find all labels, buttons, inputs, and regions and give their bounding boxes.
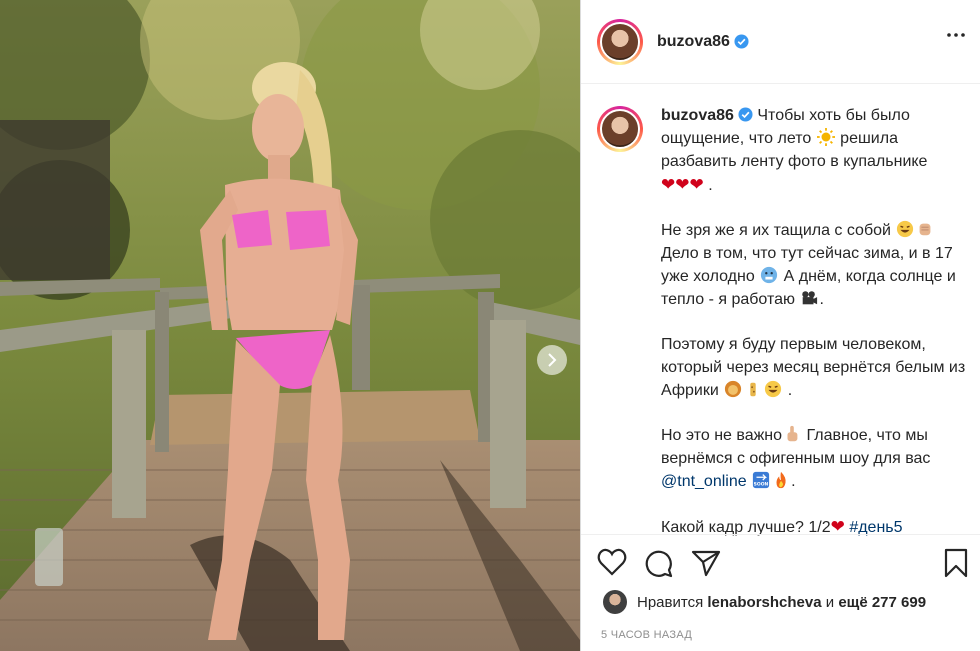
hearts-emoji: ❤❤❤ [661, 175, 704, 194]
soon-arrow-emoji-icon: SOON [752, 471, 770, 489]
cold-face-emoji-icon [761, 266, 778, 284]
verified-badge-icon [738, 107, 753, 122]
post-actions [597, 548, 969, 582]
caption-username[interactable]: buzova86 [661, 107, 734, 124]
laughing-emoji-icon [897, 220, 914, 238]
mention-link[interactable]: @tnt_online [661, 473, 747, 490]
likes-connector: и [825, 593, 835, 611]
giraffe-emoji-icon [750, 382, 756, 397]
pointing-up-emoji-icon [787, 425, 798, 442]
svg-text:SOON: SOON [754, 481, 769, 487]
caption-text: . [708, 177, 713, 194]
bookmark-icon[interactable] [943, 548, 969, 578]
heart-outline-icon[interactable] [597, 548, 627, 576]
post-caption: buzova86 Чтобы хоть бы было ощущение, чт… [597, 104, 967, 561]
caption-text: . [787, 382, 793, 399]
chevron-right-icon [548, 353, 557, 367]
actions-divider [581, 534, 980, 535]
liker-avatar[interactable] [603, 590, 627, 614]
caption-text: . [791, 473, 796, 490]
lion-emoji-icon [725, 380, 742, 398]
more-options-icon[interactable] [946, 32, 966, 38]
caption-paragraph-2: Не зря же я их тащила с собой Дело в том… [661, 219, 967, 311]
header-avatar[interactable] [597, 18, 643, 65]
caption-paragraph-5: Какой кадр лучше? 1/2❤ #день5 [661, 515, 967, 539]
fist-emoji-icon [920, 223, 931, 236]
laughing-emoji-icon [765, 380, 782, 398]
likes-count[interactable]: ещё 277 699 [838, 594, 926, 611]
liker-username[interactable]: lenaborshcheva [707, 594, 821, 611]
sun-emoji-icon [816, 128, 835, 146]
verified-badge-icon [734, 34, 749, 49]
likes-prefix: Нравится [637, 593, 704, 611]
caption-text: Но это не важно [661, 427, 783, 444]
header-username[interactable]: buzova86 [657, 33, 730, 51]
caption-paragraph-4: Но это не важно Главное, что мы вернёмся… [661, 424, 967, 493]
caption-text: Поэтому я буду первым человеком, который… [661, 336, 966, 399]
paper-plane-icon[interactable] [691, 548, 721, 578]
post-sidebar: buzova86 buzova86 Чтобы хоть бы было ощу… [580, 0, 980, 651]
movie-camera-emoji-icon [802, 291, 818, 305]
fire-emoji-icon [776, 471, 786, 489]
next-photo-button[interactable] [537, 345, 567, 375]
post-header: buzova86 [581, 0, 980, 84]
likes-row: Нравится lenaborshcheva и ещё 277 699 [603, 590, 926, 614]
caption-paragraph-1: buzova86 Чтобы хоть бы было ощущение, чт… [661, 104, 967, 197]
caption-text: Не зря же я их тащила с собой [661, 222, 891, 239]
photo-scene [0, 0, 580, 651]
caption-paragraph-3: Поэтому я буду первым человеком, который… [661, 333, 967, 402]
post-timestamp[interactable]: 5 ЧАСОВ НАЗАД [601, 629, 692, 641]
caption-avatar[interactable] [597, 106, 643, 152]
post-photo[interactable] [0, 0, 580, 651]
comment-bubble-icon[interactable] [643, 548, 673, 578]
caption-text: . [819, 291, 824, 308]
